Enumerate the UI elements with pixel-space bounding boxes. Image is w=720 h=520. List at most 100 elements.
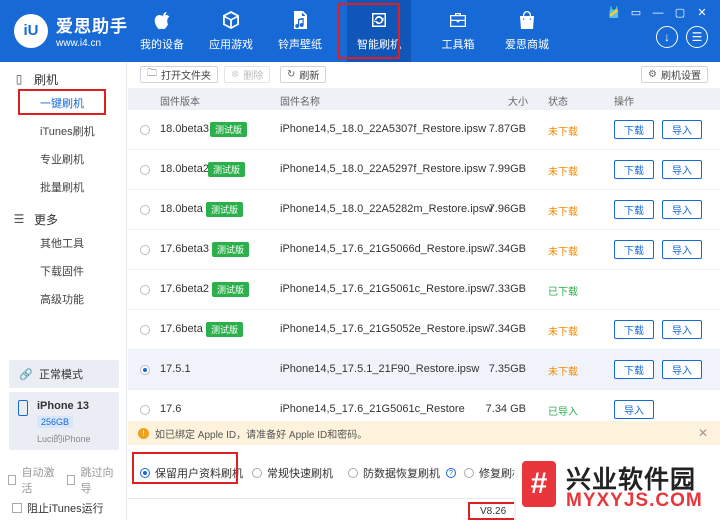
highlight-box-options — [132, 452, 238, 484]
sidebar-section-label: 刷机 — [34, 72, 59, 87]
toolbar: 🗀 打开文件夹 ⊗ 删除 ↻ 刷新 ⚙ 刷机设置 — [128, 62, 720, 86]
refresh-button[interactable]: ↻ 刷新 — [280, 66, 327, 83]
menu-button[interactable]: ☰ — [686, 26, 708, 48]
beta-tag: 测试版 — [208, 162, 246, 177]
refresh-icon: ↻ — [287, 69, 296, 80]
firmware-version: 17.6beta — [160, 323, 203, 335]
close-icon[interactable]: ✕ — [692, 6, 712, 20]
option-anti-recovery[interactable]: 防数据恢复刷机? — [348, 465, 456, 481]
firmware-version: 18.0beta — [160, 203, 203, 215]
nav-toolbox[interactable]: 工具箱 — [426, 0, 490, 62]
skin-icon[interactable]: 🎽 — [604, 6, 624, 20]
sidebar-section-label: 更多 — [34, 212, 59, 227]
highlight-box-sidebar — [18, 89, 106, 115]
maximize-icon[interactable]: ▢ — [670, 6, 690, 20]
import-button[interactable]: 导入 — [662, 320, 702, 339]
download-manager-button[interactable]: ↓ — [656, 26, 678, 48]
import-button[interactable]: 导入 — [662, 160, 702, 179]
close-icon[interactable]: ✕ — [698, 426, 708, 440]
nav-label: 工具箱 — [441, 39, 475, 51]
table-row[interactable]: 17.6beta2 测试版 iPhone14,5_17.6_21G5061c_Res… — [128, 270, 720, 310]
notice-text: 如已绑定 Apple ID，请准备好 Apple ID和密码。 — [155, 429, 368, 441]
watermark: # 兴业软件园 MYXYJS.COM — [514, 452, 720, 520]
info-icon: ! — [138, 427, 149, 439]
firmware-size: 7.33GB — [488, 283, 526, 295]
app-logo: iU 爱思助手 www.i4.cn — [14, 12, 128, 49]
row-radio[interactable] — [140, 245, 150, 255]
skip-guide-checkbox[interactable]: 跳过向导 — [67, 464, 116, 496]
sidebar-item-itunes-flash[interactable]: iTunes刷机 — [0, 118, 126, 146]
firmware-name: iPhone14,5_18.0_22A5307f_Restore.ipsw — [280, 123, 487, 135]
row-radio[interactable] — [140, 125, 150, 135]
firmware-status: 未下载 — [548, 207, 578, 218]
table-row[interactable]: 17.5.1 iPhone14,5_17.5.1_21F90_Restore.ip… — [128, 350, 720, 390]
open-folder-button[interactable]: 🗀 打开文件夹 — [140, 66, 218, 83]
download-button[interactable]: 下载 — [614, 240, 654, 259]
flash-settings-button[interactable]: ⚙ 刷机设置 — [641, 66, 708, 83]
row-radio[interactable] — [140, 165, 150, 175]
table-row[interactable]: 18.0beta 测试版 iPhone14,5_18.0_22A5282m_Rest… — [128, 190, 720, 230]
nav-apps-games[interactable]: 应用游戏 — [199, 0, 263, 62]
firmware-status: 未下载 — [548, 367, 578, 378]
row-radio[interactable] — [140, 285, 150, 295]
delete-button[interactable]: ⊗ 删除 — [224, 66, 271, 83]
table-row[interactable]: 18.0beta3 测试版 iPhone14,5_18.0_22A5307f_Res… — [128, 110, 720, 150]
nav-ringtones-wallpapers[interactable]: 铃声壁纸 — [268, 0, 332, 62]
import-button[interactable]: 导入 — [662, 240, 702, 259]
header-status: 状态 — [548, 97, 568, 108]
radio-button[interactable] — [348, 468, 358, 478]
option-quick-flash[interactable]: 常规快速刷机 — [252, 465, 333, 481]
sidebar-item-other-tools[interactable]: 其他工具 — [0, 230, 126, 258]
import-button[interactable]: 导入 — [662, 200, 702, 219]
device-owner: Luci的iPhone — [37, 434, 91, 444]
minimize-tray-icon[interactable]: ▭ — [626, 6, 646, 20]
download-button[interactable]: 下载 — [614, 320, 654, 339]
beta-tag: 测试版 — [210, 122, 248, 137]
firmware-version: 17.5.1 — [160, 363, 191, 375]
row-radio[interactable] — [140, 325, 150, 335]
nav-my-device[interactable]: 我的设备 — [130, 0, 194, 62]
table-row[interactable]: 17.6beta3 测试版 iPhone14,5_17.6_21G5066d_Res… — [128, 230, 720, 270]
link-icon: 🔗 — [19, 369, 33, 381]
iphone-icon — [18, 400, 28, 416]
block-itunes-checkbox[interactable]: 阻止iTunes运行 — [12, 500, 104, 516]
beta-tag: 测试版 — [212, 282, 250, 297]
app-name: 爱思助手 — [56, 17, 128, 36]
sidebar-item-advanced[interactable]: 高级功能 — [0, 286, 126, 314]
button-label: 打开文件夹 — [161, 71, 211, 82]
table-row[interactable]: 18.0beta2 测试版 iPhone14,5_18.0_22A5297f_Res… — [128, 150, 720, 190]
firmware-size: 7.34GB — [488, 323, 526, 335]
sidebar-item-batch-flash[interactable]: 批量刷机 — [0, 174, 126, 202]
table-row[interactable]: 17.6beta 测试版 iPhone14,5_17.6_21G5052e_Rest… — [128, 310, 720, 350]
sidebar-item-download-firmware[interactable]: 下载固件 — [0, 258, 126, 286]
help-icon[interactable]: ? — [446, 468, 456, 478]
import-button[interactable]: 导入 — [614, 400, 654, 419]
folder-icon: 🗀 — [147, 68, 157, 79]
radio-button[interactable] — [252, 468, 262, 478]
download-button[interactable]: 下载 — [614, 120, 654, 139]
nav-label: 铃声壁纸 — [278, 39, 322, 51]
row-radio[interactable] — [140, 365, 150, 375]
nav-label: 爱思商城 — [505, 39, 549, 51]
device-card[interactable]: iPhone 13 256GB Luci的iPhone — [9, 392, 119, 450]
minimize-icon[interactable]: — — [648, 6, 668, 20]
firmware-version: 17.6beta3 — [160, 243, 209, 255]
sidebar-item-pro-flash[interactable]: 专业刷机 — [0, 146, 126, 174]
header-round-buttons: ↓ ☰ — [648, 26, 708, 48]
row-radio[interactable] — [140, 205, 150, 215]
download-button[interactable]: 下载 — [614, 200, 654, 219]
row-radio[interactable] — [140, 405, 150, 415]
import-button[interactable]: 导入 — [662, 360, 702, 379]
auto-activate-checkbox[interactable]: 自动激活 — [8, 464, 57, 496]
table-header: 固件版本 固件名称 大小 状态 操作 — [128, 88, 720, 110]
download-button[interactable]: 下载 — [614, 160, 654, 179]
gear-icon: ⚙ — [648, 69, 657, 80]
beta-tag: 测试版 — [206, 202, 244, 217]
device-storage-badge: 256GB — [37, 416, 74, 428]
radio-button[interactable] — [464, 468, 474, 478]
download-button[interactable]: 下载 — [614, 360, 654, 379]
device-name: iPhone 13 — [37, 400, 89, 412]
firmware-status: 已导入 — [548, 407, 578, 418]
import-button[interactable]: 导入 — [662, 120, 702, 139]
nav-store[interactable]: 爱思商城 — [495, 0, 559, 62]
